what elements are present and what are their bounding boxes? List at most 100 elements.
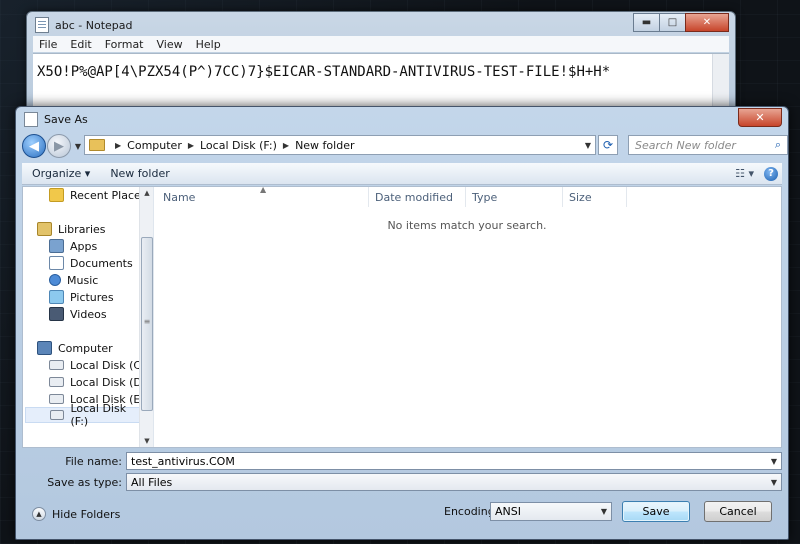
refresh-button[interactable]: ⟳ — [598, 135, 618, 155]
nav-recent-places[interactable]: Recent Places — [49, 187, 147, 203]
pictures-icon — [49, 290, 64, 304]
nav-drive-f[interactable]: Local Disk (F:) — [25, 402, 145, 428]
address-dropdown-icon[interactable]: ▼ — [585, 141, 591, 150]
breadcrumb: ▶ Computer ▶ Local Disk (F:) ▶ New folde… — [109, 139, 354, 152]
scrollbar-grip-icon: ≡ — [143, 317, 151, 326]
hide-folders-label: Hide Folders — [52, 507, 121, 521]
scroll-up-icon[interactable]: ▲ — [140, 189, 153, 197]
file-list-pane: ▲ Name Date modified Type Size No items … — [154, 185, 781, 447]
column-size[interactable]: Size — [563, 187, 627, 207]
nav-drive-c[interactable]: Local Disk (C:) — [49, 357, 149, 373]
notepad-titlebar: abc - Notepad — [35, 16, 132, 34]
file-name-value[interactable]: test_antivirus.COM — [131, 455, 235, 468]
save-type-value[interactable]: All Files — [131, 476, 172, 489]
change-view-icon[interactable]: ☷ ▾ — [735, 167, 754, 180]
column-type[interactable]: Type — [466, 187, 563, 207]
save-type-label: Save as type: — [47, 476, 122, 489]
file-name-field[interactable]: test_antivirus.COM ▼ — [126, 452, 782, 470]
menu-format[interactable]: Format — [105, 38, 144, 51]
navigation-row: ◀ ▶ ▼ ▶ Computer ▶ Local Disk (F:) ▶ New… — [22, 133, 788, 159]
nav-label: Apps — [70, 239, 98, 253]
minimize-button[interactable]: ▬ — [633, 13, 660, 32]
recent-pages-dropdown[interactable]: ▼ — [73, 142, 83, 151]
nav-computer[interactable]: Computer — [37, 340, 113, 356]
scroll-down-icon[interactable]: ▼ — [140, 437, 153, 445]
file-name-label: File name: — [65, 455, 122, 468]
libraries-icon — [37, 222, 52, 236]
save-as-dialog: Save As ✕ ◀ ▶ ▼ ▶ Computer ▶ Local Disk … — [15, 106, 789, 540]
nav-documents[interactable]: Documents — [49, 255, 133, 271]
collapse-icon: ▲ — [32, 507, 46, 521]
menu-help[interactable]: Help — [196, 38, 221, 51]
maximize-button[interactable]: □ — [659, 13, 686, 32]
nav-libraries[interactable]: Libraries — [37, 221, 106, 237]
documents-icon — [49, 256, 64, 270]
search-box[interactable]: Search New folder ⌕ — [628, 135, 788, 155]
nav-label: Local Disk (C:) — [70, 358, 150, 372]
save-type-select[interactable]: All Files ▼ — [126, 473, 782, 491]
nav-music[interactable]: Music — [49, 272, 98, 288]
nav-label: Music — [67, 273, 99, 287]
file-name-dropdown-icon[interactable]: ▼ — [771, 457, 777, 466]
nav-apps[interactable]: Apps — [49, 238, 97, 254]
breadcrumb-drive[interactable]: Local Disk (F:) — [200, 139, 277, 152]
forward-button[interactable]: ▶ — [47, 134, 71, 158]
notepad-menubar: File Edit Format View Help — [33, 36, 729, 52]
breadcrumb-folder[interactable]: New folder — [295, 139, 354, 152]
nav-label: Computer — [58, 341, 113, 355]
search-input[interactable]: Search New folder — [629, 139, 769, 152]
hide-folders-button[interactable]: ▲ Hide Folders — [32, 507, 120, 521]
dialog-title: Save As — [44, 113, 88, 126]
notepad-content[interactable]: X5O!P%@AP[4\PZX54(P^)7CC)7}$EICAR-STANDA… — [37, 64, 610, 80]
nav-pictures[interactable]: Pictures — [49, 289, 114, 305]
navigation-pane: Recent Places Libraries Apps Documents M… — [23, 187, 154, 447]
breadcrumb-separator-icon[interactable]: ▶ — [188, 141, 194, 150]
back-button[interactable]: ◀ — [22, 134, 46, 158]
menu-view[interactable]: View — [157, 38, 183, 51]
nav-drive-d[interactable]: Local Disk (D:) — [49, 374, 150, 390]
address-bar[interactable]: ▶ Computer ▶ Local Disk (F:) ▶ New folde… — [84, 135, 596, 155]
breadcrumb-separator-icon[interactable]: ▶ — [283, 141, 289, 150]
new-folder-button[interactable]: New folder — [100, 167, 179, 180]
menu-file[interactable]: File — [39, 38, 57, 51]
organize-button[interactable]: Organize ▾ — [22, 167, 100, 180]
nav-label: Recent Places — [70, 188, 147, 202]
videos-icon — [49, 307, 64, 321]
breadcrumb-separator-icon: ▶ — [115, 140, 122, 150]
menu-edit[interactable]: Edit — [70, 38, 91, 51]
help-icon[interactable]: ? — [764, 166, 778, 181]
encoding-select[interactable]: ANSI ▼ — [490, 502, 612, 521]
dialog-close-button[interactable]: ✕ — [738, 108, 782, 127]
browser-body: Recent Places Libraries Apps Documents M… — [22, 185, 782, 448]
drive-icon — [49, 360, 64, 370]
computer-icon — [37, 341, 52, 355]
nav-label: Pictures — [70, 290, 114, 304]
drive-icon — [50, 410, 65, 420]
nav-label: Videos — [70, 307, 107, 321]
nav-videos[interactable]: Videos — [49, 306, 107, 322]
close-button[interactable]: ✕ — [685, 13, 729, 32]
nav-label: Local Disk (F:) — [70, 402, 127, 428]
nav-label: Documents — [70, 256, 133, 270]
drive-icon — [49, 377, 64, 387]
search-icon[interactable]: ⌕ — [769, 138, 787, 152]
command-toolbar: Organize ▾ New folder ☷ ▾ ? — [22, 163, 782, 185]
navigation-scrollbar[interactable]: ▲ ≡ ▼ — [139, 187, 153, 447]
cancel-button[interactable]: Cancel — [704, 501, 772, 522]
save-button[interactable]: Save — [622, 501, 690, 522]
apps-icon — [49, 239, 64, 253]
dialog-footer: ▲ Hide Folders Encoding: ANSI ▼ Save Can… — [16, 491, 788, 539]
breadcrumb-computer[interactable]: Computer — [127, 139, 182, 152]
refresh-icon: ⟳ — [602, 138, 614, 152]
encoding-value[interactable]: ANSI — [495, 505, 521, 518]
column-name[interactable]: Name — [157, 187, 369, 207]
empty-folder-message: No items match your search. — [387, 219, 547, 232]
encoding-dropdown-icon[interactable]: ▼ — [601, 507, 607, 516]
back-arrow-icon: ◀ — [29, 138, 39, 154]
nav-label: Libraries — [58, 222, 106, 236]
drive-icon — [49, 394, 64, 404]
column-date-modified[interactable]: Date modified — [369, 187, 466, 207]
save-type-dropdown-icon[interactable]: ▼ — [771, 478, 777, 487]
notepad-window-controls: ▬ □ ✕ — [633, 13, 729, 32]
nav-label: Local Disk (D:) — [70, 375, 150, 389]
